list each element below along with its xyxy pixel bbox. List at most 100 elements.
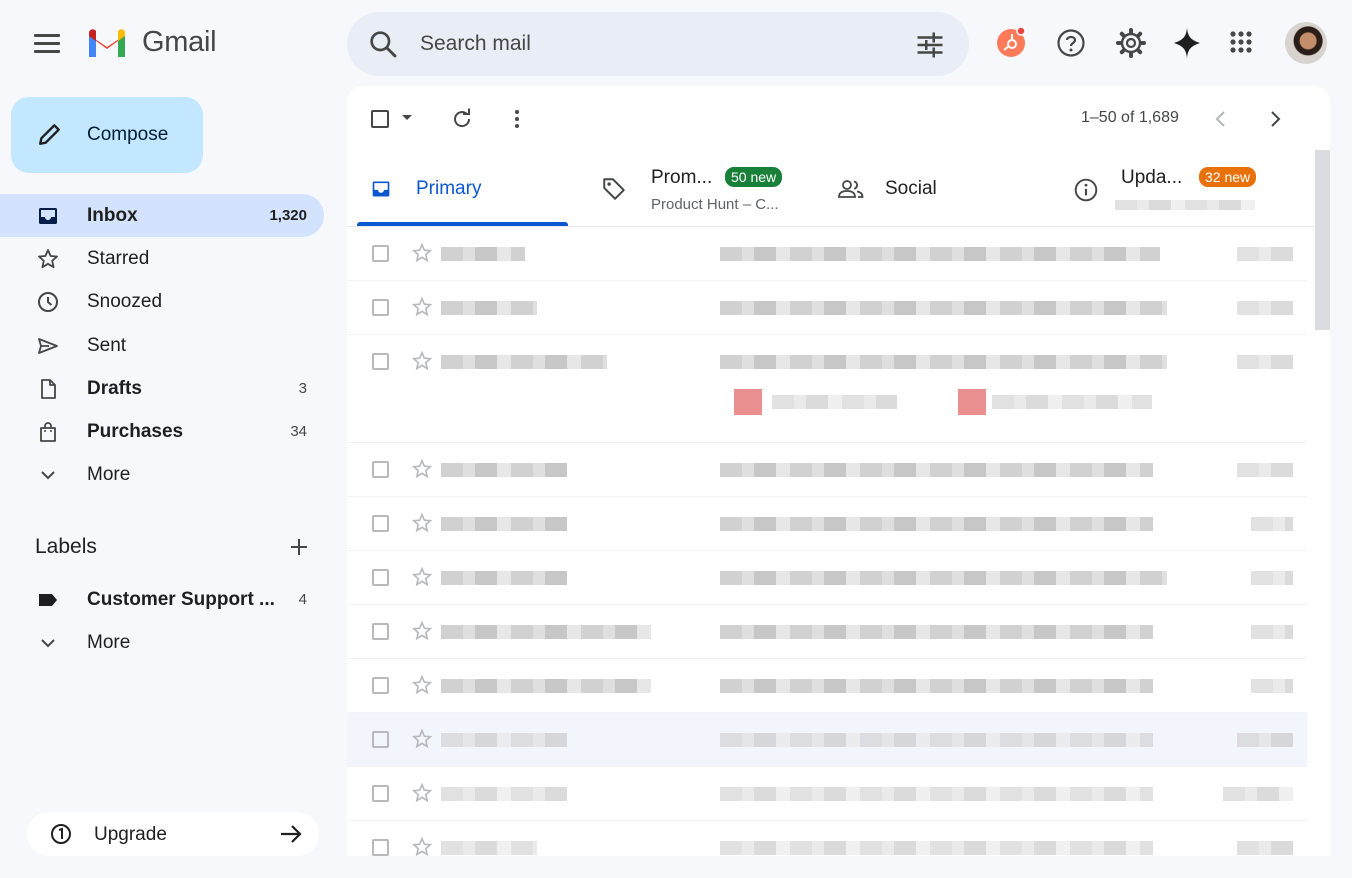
email-row[interactable] (347, 713, 1307, 767)
redacted-date (1251, 571, 1293, 585)
email-row[interactable] (347, 497, 1307, 551)
chevron-down-icon (41, 639, 55, 648)
row-checkbox[interactable] (372, 731, 389, 748)
sidebar-item-snoozed[interactable]: Snoozed (0, 280, 324, 323)
main-menu-button[interactable] (34, 30, 62, 56)
tab-updates[interactable]: Upda... 32 new (1063, 152, 1293, 227)
sidebar-item-label: Customer Support ... (87, 589, 275, 610)
sparkle-icon[interactable] (1171, 24, 1203, 60)
redacted-subject (720, 679, 1153, 693)
search-input[interactable]: Search mail (420, 32, 531, 56)
plus-icon[interactable] (288, 536, 310, 558)
email-row[interactable] (347, 443, 1307, 497)
tag-icon (603, 178, 625, 200)
star-icon[interactable] (411, 242, 433, 264)
redacted-subject (720, 733, 1153, 747)
redacted-subject (720, 517, 1153, 531)
row-checkbox[interactable] (372, 299, 389, 316)
row-checkbox[interactable] (372, 353, 389, 370)
row-checkbox[interactable] (372, 569, 389, 586)
help-icon[interactable] (1055, 24, 1087, 60)
star-icon[interactable] (411, 350, 433, 372)
sidebar-item-label: Starred (87, 248, 150, 269)
star-icon[interactable] (411, 566, 433, 588)
redacted-date (1223, 787, 1293, 801)
sidebar-label-customer-support[interactable]: Customer Support ... 4 (0, 578, 324, 621)
redacted-attachment-name (772, 395, 897, 409)
email-row[interactable] (347, 767, 1307, 821)
email-row[interactable] (347, 335, 1307, 443)
row-checkbox[interactable] (372, 785, 389, 802)
gmail-wordmark: Gmail (142, 26, 217, 58)
email-row[interactable] (347, 551, 1307, 605)
redacted-sender (441, 301, 537, 315)
inbox-count: 1,320 (269, 207, 307, 224)
email-row[interactable] (347, 605, 1307, 659)
email-row[interactable] (347, 227, 1307, 281)
account-avatar[interactable] (1285, 22, 1327, 64)
tune-icon[interactable] (915, 30, 945, 60)
sidebar-item-sent[interactable]: Sent (0, 324, 324, 367)
sidebar-item-starred[interactable]: Starred (0, 237, 324, 280)
star-icon[interactable] (411, 458, 433, 480)
sidebar-item-more[interactable]: More (0, 453, 324, 496)
sidebar-item-label: Drafts (87, 378, 142, 399)
more-vert-icon[interactable] (505, 107, 529, 131)
star-icon[interactable] (411, 296, 433, 318)
gmail-logo[interactable]: Gmail (86, 26, 217, 59)
hubspot-icon[interactable] (995, 24, 1027, 60)
refresh-icon[interactable] (450, 107, 474, 131)
pagination-text: 1–50 of 1,689 (1081, 109, 1179, 126)
purchases-count: 34 (290, 423, 307, 440)
chevron-right-icon[interactable] (1263, 107, 1287, 131)
scrollbar[interactable] (1315, 150, 1330, 330)
redacted-sender (441, 463, 567, 477)
sidebar-item-drafts[interactable]: Drafts 3 (0, 367, 324, 410)
star-icon[interactable] (411, 728, 433, 750)
email-row[interactable] (347, 821, 1307, 856)
gear-icon[interactable] (1115, 24, 1147, 60)
sidebar-item-label: Purchases (87, 421, 184, 442)
tab-primary[interactable]: Primary (357, 152, 568, 227)
email-row[interactable] (347, 281, 1307, 335)
attachment-chip-icon[interactable] (958, 389, 986, 415)
attachment-chip-icon[interactable] (734, 389, 762, 415)
search-icon[interactable] (367, 28, 399, 60)
star-icon[interactable] (411, 836, 433, 856)
chevron-left-icon[interactable] (1209, 107, 1233, 131)
star-icon[interactable] (411, 674, 433, 696)
label-count: 4 (298, 591, 307, 608)
row-checkbox[interactable] (372, 623, 389, 640)
upgrade-button[interactable]: Upgrade (27, 812, 319, 856)
sidebar-item-purchases[interactable]: Purchases 34 (0, 410, 324, 453)
apps-grid-icon[interactable] (1227, 24, 1257, 60)
redacted-subject (720, 301, 1167, 315)
star-icon[interactable] (411, 782, 433, 804)
tab-social[interactable]: Social (825, 152, 1045, 227)
select-options-caret-icon[interactable] (402, 115, 412, 120)
star-icon[interactable] (411, 620, 433, 642)
inbox-tab-icon (372, 181, 390, 197)
tab-promotions[interactable]: Prom... 50 new Product Hunt – C... (587, 152, 807, 227)
row-checkbox[interactable] (372, 515, 389, 532)
row-checkbox[interactable] (372, 245, 389, 262)
select-all-checkbox[interactable] (371, 110, 389, 128)
redacted-sender (441, 247, 525, 261)
redacted-sender (441, 679, 651, 693)
sidebar-labels-more[interactable]: More (0, 621, 324, 664)
row-checkbox[interactable] (372, 839, 389, 856)
email-row[interactable] (347, 659, 1307, 713)
redacted-sender (441, 841, 537, 855)
row-checkbox[interactable] (372, 677, 389, 694)
redacted-subject (720, 787, 1153, 801)
redacted-date (1251, 679, 1293, 693)
search-bar[interactable]: Search mail (347, 12, 969, 76)
compose-button[interactable]: Compose (11, 97, 203, 173)
star-icon[interactable] (411, 512, 433, 534)
row-checkbox[interactable] (372, 461, 389, 478)
redacted-date (1237, 247, 1293, 261)
draft-icon (41, 379, 56, 399)
upgrade-label: Upgrade (94, 824, 167, 845)
sidebar-item-inbox[interactable]: Inbox 1,320 (0, 194, 324, 237)
sidebar-item-label: More (87, 632, 131, 653)
